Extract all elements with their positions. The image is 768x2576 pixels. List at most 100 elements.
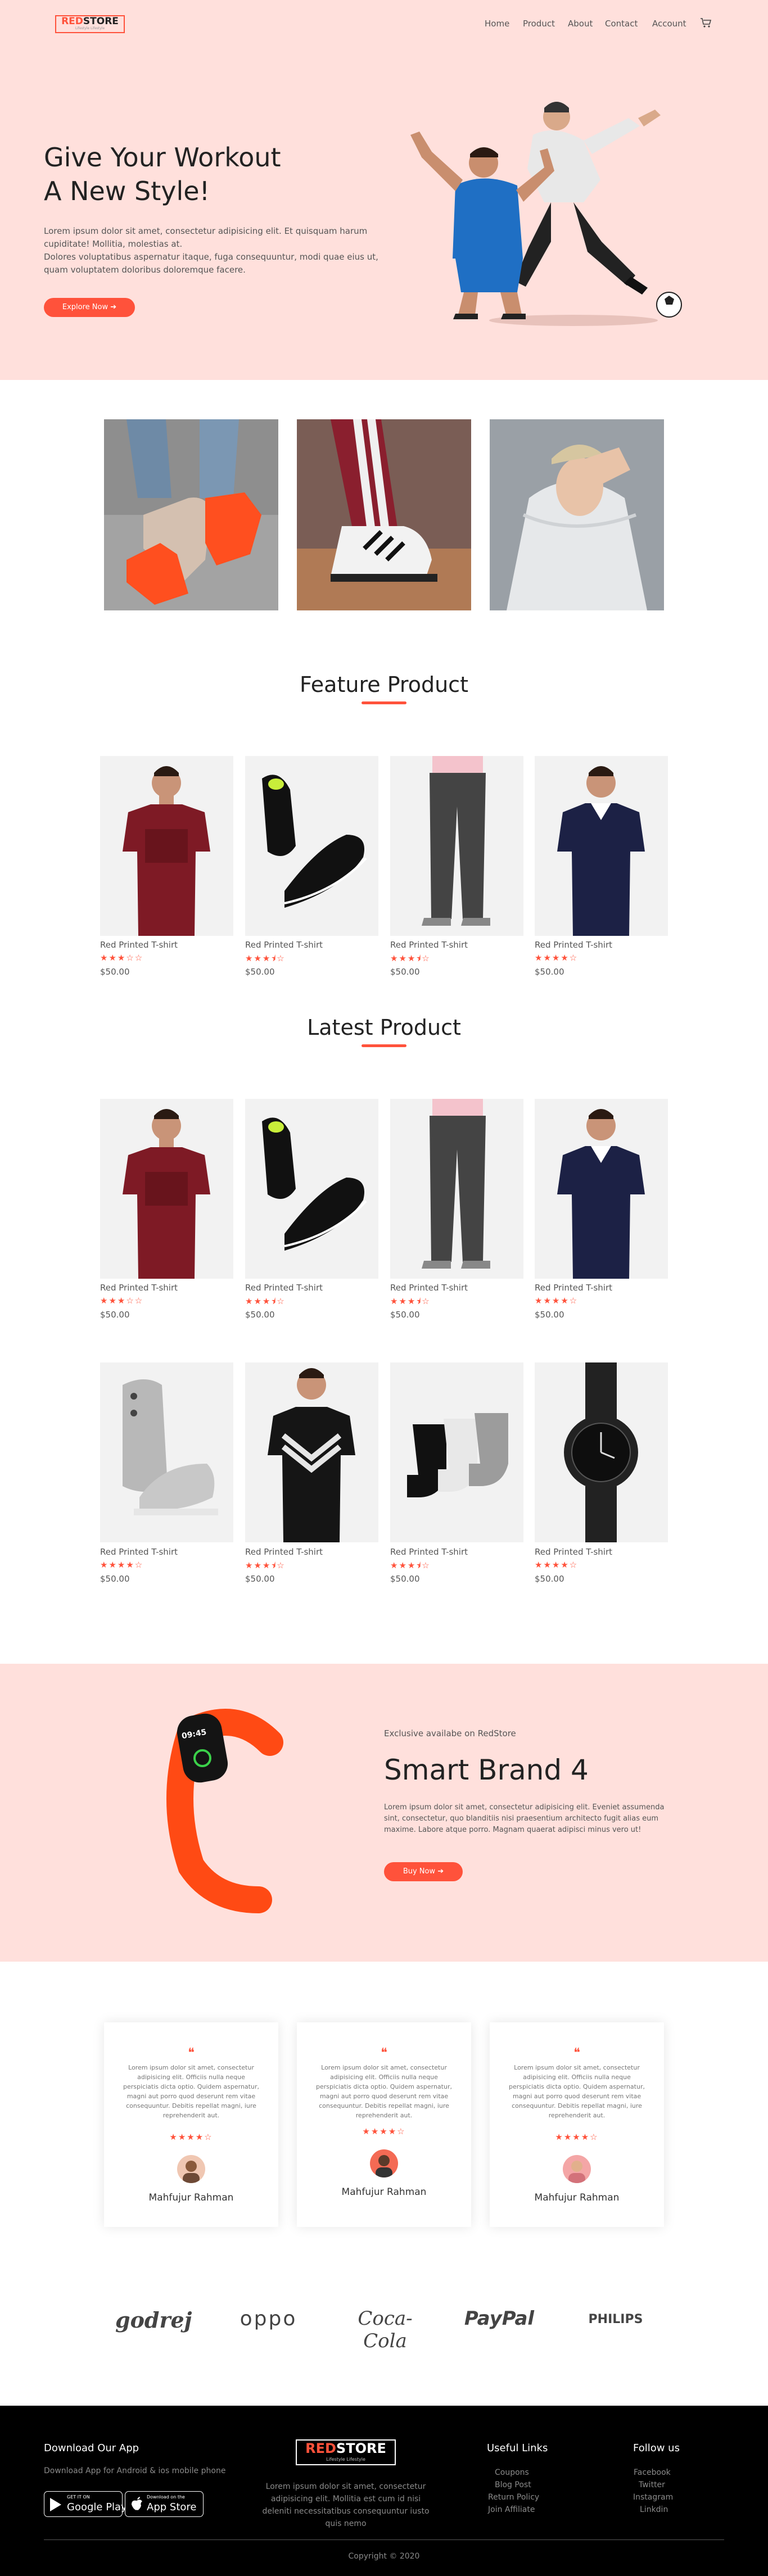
product-image[interactable] xyxy=(390,1099,523,1279)
brand-logo-oppo: oppo xyxy=(240,2307,297,2330)
logo-tagline: Lifestyle Lifestyle xyxy=(75,26,105,30)
product-price: $50.00 xyxy=(245,1310,275,1320)
testimonial-text: Lorem ipsum dolor sit amet, consectetur … xyxy=(509,2064,645,2119)
useful-links-title: Useful Links xyxy=(487,2442,548,2454)
testimonial-card: ❝ Lorem ipsum dolor sit amet, consectetu… xyxy=(297,2022,471,2227)
quote-icon: ❝ xyxy=(188,2046,195,2060)
product-rating: ★★★☆☆ xyxy=(100,1296,144,1306)
product-name[interactable]: Red Printed T-shirt xyxy=(100,1283,178,1293)
product-price: $50.00 xyxy=(100,1574,130,1584)
category-image-shoe[interactable] xyxy=(297,419,471,610)
explore-now-button[interactable]: Explore Now ➔ xyxy=(44,298,135,317)
testimonial-name: Mahfujur Rahman xyxy=(341,2186,427,2198)
footer-link-linkdin[interactable]: Linkdin xyxy=(640,2505,668,2514)
category-image-hoodie[interactable] xyxy=(490,419,664,610)
product-rating: ★★★⯨☆ xyxy=(245,1560,286,1570)
offer-text: Lorem ipsum dolor sit amet, consectetur … xyxy=(384,1803,665,1834)
testimonial-name: Mahfujur Rahman xyxy=(534,2192,620,2203)
product-image[interactable] xyxy=(100,1362,233,1542)
testimonial-card: ❝ Lorem ipsum dolor sit amet, consectetu… xyxy=(104,2022,278,2227)
nav-home[interactable]: Home xyxy=(485,19,509,29)
app-store-big: App Store xyxy=(147,2501,197,2513)
featured-title: Feature Product xyxy=(300,672,468,697)
product-image[interactable] xyxy=(535,756,668,936)
featured-title-underline xyxy=(362,701,406,704)
latest-title-underline xyxy=(362,1044,406,1047)
product-price: $50.00 xyxy=(535,967,564,977)
footer-link-facebook[interactable]: Facebook xyxy=(634,2468,671,2477)
product-image[interactable] xyxy=(245,1099,378,1279)
product-name[interactable]: Red Printed T-shirt xyxy=(245,940,323,950)
product-image[interactable] xyxy=(390,756,523,936)
product-rating: ★★★★☆ xyxy=(100,1560,144,1570)
app-store-button[interactable]: Download on the App Store xyxy=(125,2491,204,2517)
copyright: Copyright © 2020 xyxy=(348,2552,420,2561)
brand-logo-godrej: godrej xyxy=(115,2307,192,2333)
quote-icon: ❝ xyxy=(573,2046,580,2060)
product-price: $50.00 xyxy=(245,1574,275,1584)
app-store-small: Download on the xyxy=(147,2494,185,2500)
product-name[interactable]: Red Printed T-shirt xyxy=(245,1283,323,1293)
latest-title: Latest Product xyxy=(307,1015,461,1040)
offer-small-text: Exclusive availabe on RedStore xyxy=(384,1728,516,1739)
product-rating: ★★★⯨☆ xyxy=(390,1296,431,1306)
download-title: Download Our App xyxy=(44,2442,139,2454)
product-image[interactable] xyxy=(535,1099,668,1279)
google-play-button[interactable]: GET IT ON Google Play xyxy=(44,2491,127,2517)
footer-logo[interactable]: REDSTORE Lifestyle Lifestyle xyxy=(296,2439,396,2465)
download-text: Download App for Android & ios mobile ph… xyxy=(44,2466,226,2475)
hero-text: Lorem ipsum dolor sit amet, consectetur … xyxy=(44,226,378,275)
footer-link-twitter[interactable]: Twitter xyxy=(639,2480,665,2489)
product-price: $50.00 xyxy=(245,967,275,977)
product-rating: ★★★★☆ xyxy=(535,1296,579,1306)
follow-us-title: Follow us xyxy=(633,2442,680,2454)
brand-logo-philips: PHILIPS xyxy=(588,2312,643,2326)
product-image[interactable] xyxy=(390,1362,523,1542)
product-rating: ★★★⯨☆ xyxy=(390,953,431,963)
product-image[interactable] xyxy=(245,756,378,936)
product-name[interactable]: Red Printed T-shirt xyxy=(535,1283,612,1293)
logo-black-text: STORE xyxy=(83,16,119,27)
nav-about[interactable]: About xyxy=(568,19,593,29)
footer-link-join-affiliate[interactable]: Join Affiliate xyxy=(488,2505,535,2514)
product-name[interactable]: Red Printed T-shirt xyxy=(390,1283,468,1293)
product-name[interactable]: Red Printed T-shirt xyxy=(535,940,612,950)
category-image-sneakers[interactable] xyxy=(104,419,278,610)
product-image[interactable] xyxy=(245,1362,378,1542)
hero-title: Give Your Workout A New Style! xyxy=(44,142,281,206)
footer-link-coupons[interactable]: Coupons xyxy=(495,2468,529,2477)
product-name[interactable]: Red Printed T-shirt xyxy=(390,940,468,950)
product-price: $50.00 xyxy=(100,1310,130,1320)
nav-product[interactable]: Product xyxy=(523,19,555,29)
product-name[interactable]: Red Printed T-shirt xyxy=(100,1547,178,1557)
testimonial-rating: ★★★★☆ xyxy=(169,2132,213,2142)
product-name[interactable]: Red Printed T-shirt xyxy=(535,1547,612,1557)
product-price: $50.00 xyxy=(390,1310,420,1320)
product-image[interactable] xyxy=(100,1099,233,1279)
testimonial-card: ❝ Lorem ipsum dolor sit amet, consectetu… xyxy=(490,2022,664,2227)
avatar xyxy=(370,2149,398,2177)
product-name[interactable]: Red Printed T-shirt xyxy=(100,940,178,950)
buy-now-button[interactable]: Buy Now ➔ xyxy=(384,1862,463,1881)
product-image[interactable] xyxy=(100,756,233,936)
footer-logo-white: STORE xyxy=(336,2441,386,2456)
google-play-big: Google Play xyxy=(67,2501,127,2513)
product-image[interactable] xyxy=(535,1362,668,1542)
avatar xyxy=(177,2155,205,2183)
brand-logo-paypal: PayPal xyxy=(464,2307,535,2330)
footer-link-instagram[interactable]: Instagram xyxy=(633,2493,673,2502)
product-name[interactable]: Red Printed T-shirt xyxy=(390,1547,468,1557)
footer-logo-red: RED xyxy=(305,2441,336,2456)
footer-link-blog-post[interactable]: Blog Post xyxy=(495,2480,531,2489)
testimonial-name: Mahfujur Rahman xyxy=(148,2192,234,2203)
site-logo[interactable]: REDSTORE Lifestyle Lifestyle xyxy=(55,15,125,33)
cart-icon[interactable] xyxy=(699,17,712,28)
nav-account[interactable]: Account xyxy=(652,19,686,29)
product-price: $50.00 xyxy=(535,1310,564,1320)
hero-image xyxy=(388,96,725,332)
footer-link-return-policy[interactable]: Return Policy xyxy=(488,2493,539,2502)
footer-about-text: Lorem ipsum dolor sit amet, consectetur … xyxy=(262,2482,430,2528)
nav-contact[interactable]: Contact xyxy=(605,19,638,29)
testimonial-text: Lorem ipsum dolor sit amet, consectetur … xyxy=(316,2064,452,2119)
product-name[interactable]: Red Printed T-shirt xyxy=(245,1547,323,1557)
